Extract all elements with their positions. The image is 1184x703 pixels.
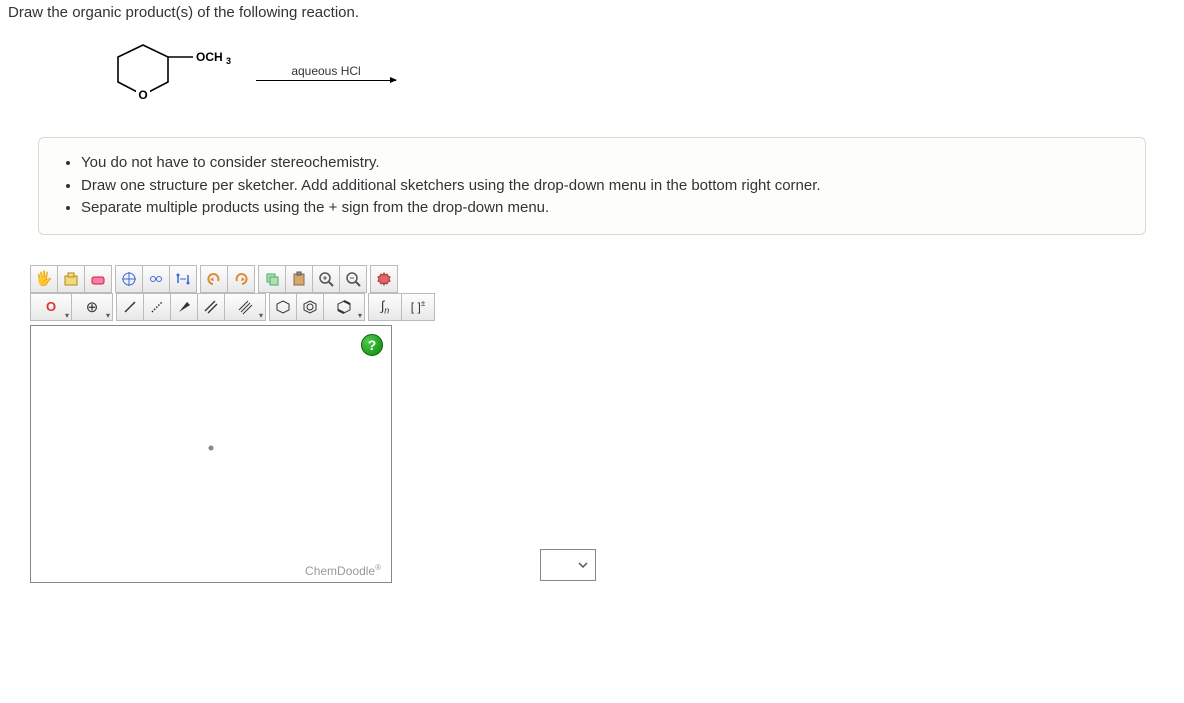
svg-text:3: 3 [226,56,231,66]
instructions-panel: You do not have to consider stereochemis… [38,137,1146,235]
wedge-bond-button[interactable] [170,293,198,321]
instruction-item: Separate multiple products using the + s… [81,197,1125,220]
triple-bond-button[interactable] [224,293,266,321]
svg-text:O: O [138,88,147,102]
undo-button[interactable] [200,265,228,293]
reagent-label: aqueous HCl [291,64,360,78]
question-title: Draw the organic product(s) of the follo… [8,4,1176,21]
chemdoodle-brand: ChemDoodle® [305,563,381,578]
sketcher: 🖐 [30,265,600,581]
copy-button[interactable] [258,265,286,293]
drawing-canvas[interactable]: ? ChemDoodle® [30,325,392,583]
reaction-display: O OCH 3 aqueous HCl [98,37,1176,107]
svg-text:OCH: OCH [196,50,223,64]
reactant-structure: O OCH 3 [98,37,248,107]
benzene-button[interactable] [296,293,324,321]
redo-button[interactable] [227,265,255,293]
settings-button[interactable] [370,265,398,293]
chevron-down-icon [577,559,589,571]
paste-button[interactable] [285,265,313,293]
clean-button[interactable] [142,265,170,293]
element-picker-button[interactable]: O [30,293,72,321]
ring-picker-button[interactable] [323,293,365,321]
instruction-item: You do not have to consider stereochemis… [81,152,1125,175]
open-button[interactable] [57,265,85,293]
recessed-bond-button[interactable] [143,293,171,321]
bracket-tool-button[interactable]: [ ]± [401,293,435,321]
erase-button[interactable] [84,265,112,293]
zoom-out-button[interactable] [339,265,367,293]
charge-picker-button[interactable]: ⊕ [71,293,113,321]
center-button[interactable] [115,265,143,293]
hand-tool-button[interactable]: 🖐 [30,265,58,293]
cyclohexane-button[interactable] [269,293,297,321]
canvas-placeholder-dot [209,446,214,451]
flip-button[interactable] [169,265,197,293]
zoom-in-button[interactable] [312,265,340,293]
instruction-item: Draw one structure per sketcher. Add add… [81,175,1125,198]
chain-tool-button[interactable]: ∫n [368,293,402,321]
double-bond-button[interactable] [197,293,225,321]
help-button[interactable]: ? [361,334,383,356]
add-sketcher-dropdown[interactable] [540,549,596,581]
reaction-arrow: aqueous HCl [256,64,396,81]
single-bond-button[interactable] [116,293,144,321]
